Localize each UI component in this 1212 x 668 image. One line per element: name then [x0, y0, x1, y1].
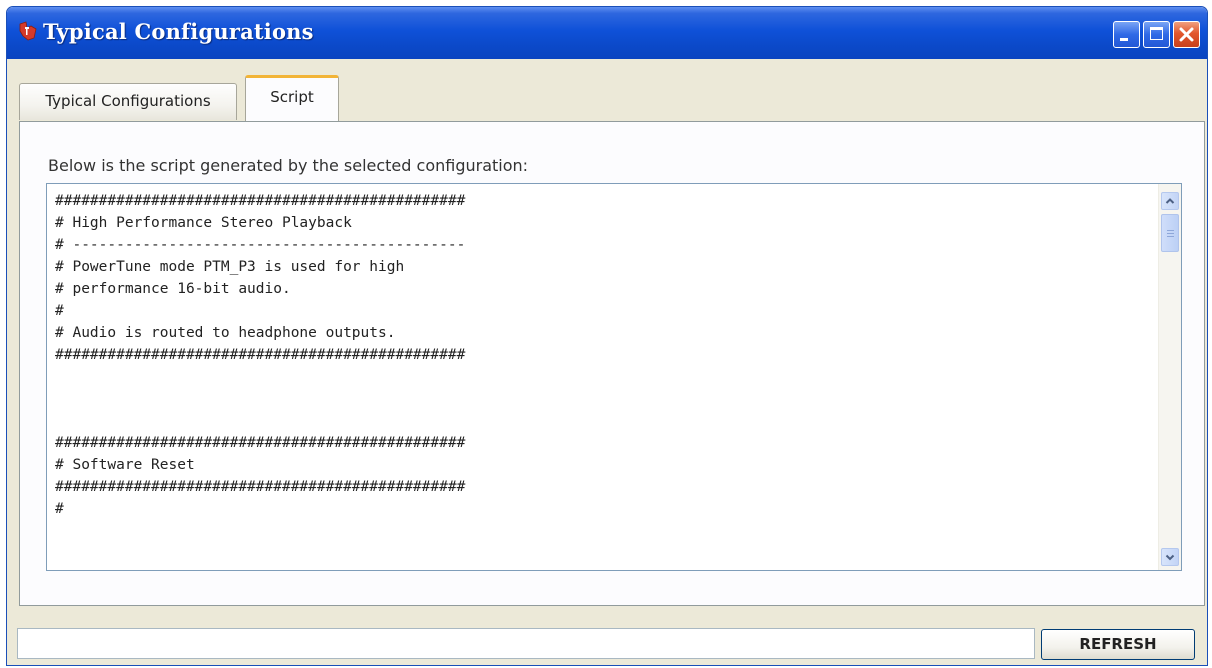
script-line: # Audio is routed to headphone outputs. [55, 325, 396, 341]
scrollbar-thumb[interactable] [1161, 214, 1179, 252]
refresh-button[interactable]: REFRESH [1041, 629, 1195, 660]
window-title: Typical Configurations [43, 19, 314, 44]
script-line: # Software Reset [55, 457, 195, 473]
thumb-grip-line [1167, 236, 1174, 237]
ti-logo-icon [19, 21, 37, 41]
title-bar[interactable]: Typical Configurations [7, 7, 1207, 59]
typical-configurations-window: Typical Configurations Typical Configura… [6, 6, 1208, 666]
minimize-button[interactable] [1113, 21, 1140, 48]
status-field[interactable] [17, 628, 1035, 659]
script-line: ########################################… [55, 347, 466, 363]
thumb-grip-line [1167, 230, 1174, 231]
tab-script[interactable]: Script [245, 75, 339, 121]
script-line: ########################################… [55, 193, 466, 209]
script-line: # [55, 303, 64, 319]
script-tab-panel: Below is the script generated by the sel… [19, 121, 1205, 606]
script-line [55, 366, 1145, 388]
thumb-grip-line [1167, 233, 1174, 234]
script-content: ########################################… [55, 190, 1145, 568]
script-line: # --------------------------------------… [55, 237, 466, 253]
minimize-icon [1120, 38, 1128, 41]
maximize-icon [1150, 27, 1163, 40]
script-line: # [55, 501, 64, 517]
scroll-down-button[interactable] [1161, 548, 1179, 566]
script-line: # performance 16-bit audio. [55, 281, 291, 297]
script-line: ########################################… [55, 479, 466, 495]
script-text-area[interactable]: ########################################… [46, 183, 1182, 571]
script-line [55, 388, 1145, 410]
chevron-up-icon [1165, 198, 1175, 204]
vertical-scrollbar[interactable] [1158, 184, 1181, 570]
scroll-up-button[interactable] [1161, 192, 1179, 210]
maximize-button[interactable] [1143, 21, 1170, 48]
tab-typical-configurations[interactable]: Typical Configurations [19, 83, 237, 120]
script-line: # High Performance Stereo Playback [55, 215, 352, 231]
script-line [55, 410, 1145, 432]
script-line: ########################################… [55, 435, 466, 451]
tab-strip: Typical Configurations Script [19, 73, 419, 121]
close-icon [1179, 27, 1194, 42]
script-line: # PowerTune mode PTM_P3 is used for high [55, 259, 405, 275]
close-button[interactable] [1173, 21, 1200, 48]
script-description-label: Below is the script generated by the sel… [48, 156, 529, 175]
chevron-down-icon [1165, 554, 1175, 561]
